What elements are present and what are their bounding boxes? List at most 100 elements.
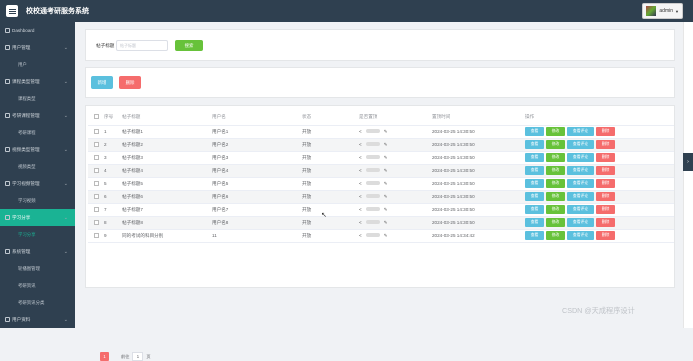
cell-no: 4 (104, 164, 122, 178)
sidebar-item-1[interactable]: 用户管理 ⌄ (0, 39, 75, 56)
view-button[interactable]: 查看 (525, 127, 544, 136)
delete-button[interactable]: 删除 (596, 179, 615, 188)
pencil-icon[interactable]: ✎ (384, 181, 388, 186)
edit-button[interactable]: 修改 (546, 153, 565, 162)
view-button[interactable]: 查看 (525, 218, 544, 227)
bulk-delete-button[interactable]: 删除 (119, 76, 141, 89)
sidebar-item-17[interactable]: 用户资料 ⌄ (0, 311, 75, 328)
sidebar-item-12[interactable]: 学习分享 (0, 226, 75, 243)
view-button[interactable]: 查看 (525, 192, 544, 201)
sidebar-item-10[interactable]: 学习视频 (0, 192, 75, 209)
view-button[interactable]: 查看 (525, 153, 544, 162)
pencil-icon[interactable]: ✎ (384, 129, 388, 134)
edit-button[interactable]: 修改 (546, 231, 565, 240)
row-checkbox[interactable] (94, 180, 99, 186)
sidebar-item-2[interactable]: 用户 (0, 56, 75, 73)
view-comments-button[interactable]: 查看评论 (567, 205, 594, 214)
delete-button[interactable]: 删除 (596, 140, 615, 149)
pencil-icon[interactable]: ✎ (384, 194, 388, 199)
select-all-checkbox[interactable] (94, 114, 99, 120)
sidebar-item-11[interactable]: 学习分享 ⌄ (0, 209, 75, 226)
cell-status: 开放 (302, 125, 359, 139)
edit-button[interactable]: 修改 (546, 166, 565, 175)
row-checkbox[interactable] (94, 167, 99, 173)
delete-button[interactable]: 删除 (596, 218, 615, 227)
view-comments-button[interactable]: 查看评论 (567, 218, 594, 227)
edit-button[interactable]: 修改 (546, 127, 565, 136)
edit-button[interactable]: 修改 (546, 179, 565, 188)
pinned-switch[interactable] (365, 168, 380, 173)
view-button[interactable]: 查看 (525, 179, 544, 188)
row-checkbox[interactable] (94, 154, 99, 160)
delete-button[interactable]: 删除 (596, 153, 615, 162)
sidebar-item-3[interactable]: 课程类型管理 ⌄ (0, 73, 75, 90)
cell-pinned-time: 2024-03-25 14:30:50 (432, 190, 525, 204)
edit-button[interactable]: 修改 (546, 205, 565, 214)
sidebar-item-4[interactable]: 课程类型 (0, 90, 75, 107)
table-row: 8 帖子标题8 用户名8 开放 < ✎ 2024-03-25 14:30:50 查看 修改 查看评… (88, 216, 674, 230)
sidebar-item-15[interactable]: 考研资讯 (0, 277, 75, 294)
pencil-icon[interactable]: ✎ (384, 207, 388, 212)
pencil-icon[interactable]: ✎ (384, 220, 388, 225)
pencil-icon[interactable]: ✎ (384, 155, 388, 160)
edit-button[interactable]: 修改 (546, 218, 565, 227)
action-panel: 新增 删除 (85, 67, 675, 98)
pinned-switch[interactable] (365, 233, 380, 238)
view-comments-button[interactable]: 查看评论 (567, 127, 594, 136)
row-checkbox[interactable] (94, 193, 99, 199)
pinned-switch[interactable] (365, 181, 380, 186)
page-current[interactable]: 1 (100, 352, 109, 361)
row-checkbox[interactable] (94, 219, 99, 225)
row-checkbox[interactable] (94, 141, 99, 147)
view-button[interactable]: 查看 (525, 140, 544, 149)
pinned-switch[interactable] (365, 142, 380, 147)
delete-button[interactable]: 删除 (596, 205, 615, 214)
edit-button[interactable]: 修改 (546, 192, 565, 201)
view-comments-button[interactable]: 查看评论 (567, 179, 594, 188)
view-button[interactable]: 查看 (525, 166, 544, 175)
view-comments-button[interactable]: 查看评论 (567, 231, 594, 240)
row-checkbox[interactable] (94, 128, 99, 134)
pinned-switch[interactable] (365, 220, 380, 225)
view-button[interactable]: 查看 (525, 231, 544, 240)
sidebar-item-6[interactable]: 考研课程 (0, 124, 75, 141)
pinned-switch[interactable] (365, 207, 380, 212)
pencil-icon[interactable]: ✎ (384, 233, 388, 238)
search-button[interactable]: 搜索 (175, 40, 203, 51)
view-comments-button[interactable]: 查看评论 (567, 192, 594, 201)
add-button[interactable]: 新增 (91, 76, 113, 89)
edit-button[interactable]: 修改 (546, 140, 565, 149)
sidebar-item-5[interactable]: 考研课程管理 ⌄ (0, 107, 75, 124)
sidebar-item-14[interactable]: 轮播图管理 (0, 260, 75, 277)
search-input[interactable]: 帖子标题 (116, 40, 168, 51)
row-checkbox[interactable] (94, 206, 99, 212)
delete-button[interactable]: 删除 (596, 127, 615, 136)
pinned-switch[interactable] (365, 155, 380, 160)
delete-button[interactable]: 删除 (596, 166, 615, 175)
sidebar-item-8[interactable]: 视频类型 (0, 158, 75, 175)
app-title: 校校通考研服务系统 (26, 8, 89, 15)
sidebar-item-16[interactable]: 考研资讯分类 (0, 294, 75, 311)
row-checkbox[interactable] (94, 232, 99, 238)
pencil-icon[interactable]: ✎ (384, 142, 388, 147)
delete-button[interactable]: 删除 (596, 231, 615, 240)
menu-group-icon (5, 113, 10, 118)
sidebar-item-0[interactable]: Dashboard (0, 22, 75, 39)
sidebar-item-7[interactable]: 视频类型管理 ⌄ (0, 141, 75, 158)
menu-icon[interactable] (6, 5, 18, 17)
menu-group-icon (5, 181, 10, 186)
pinned-switch[interactable] (365, 194, 380, 199)
pinned-switch[interactable] (365, 129, 380, 134)
sidebar-item-13[interactable]: 系统管理 ⌄ (0, 243, 75, 260)
delete-button[interactable]: 删除 (596, 192, 615, 201)
view-button[interactable]: 查看 (525, 205, 544, 214)
pencil-icon[interactable]: ✎ (384, 168, 388, 173)
view-comments-button[interactable]: 查看评论 (567, 140, 594, 149)
header-actions: 操作 (525, 110, 674, 126)
goto-page-input[interactable]: 1 (132, 352, 144, 361)
sidebar-item-9[interactable]: 学习视频管理 ⌄ (0, 175, 75, 192)
view-comments-button[interactable]: 查看评论 (567, 153, 594, 162)
chevron-right-icon[interactable]: › (683, 153, 693, 171)
view-comments-button[interactable]: 查看评论 (567, 166, 594, 175)
user-menu[interactable]: admin ▼ (642, 3, 683, 19)
